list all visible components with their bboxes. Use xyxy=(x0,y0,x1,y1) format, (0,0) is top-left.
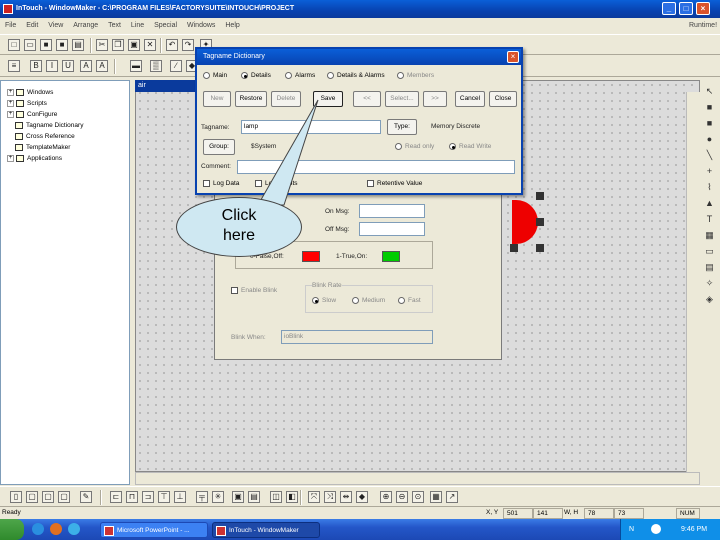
y-value: 141 xyxy=(533,508,563,519)
frame-icon[interactable]: ▢ xyxy=(42,491,54,503)
wh-label: W, H xyxy=(564,509,579,516)
click-here-callout: Click here xyxy=(176,197,302,257)
start-button[interactable] xyxy=(0,519,24,540)
zoom-icon[interactable]: ⊙ xyxy=(412,491,424,503)
clock: 9:46 PM xyxy=(681,526,708,533)
network-icon[interactable] xyxy=(651,524,661,534)
ie-icon[interactable] xyxy=(68,523,80,535)
h-value: 73 xyxy=(614,508,644,519)
intouch-icon xyxy=(216,526,226,536)
callout-pointer xyxy=(257,99,319,206)
taskbar-powerpoint[interactable]: Microsoft PowerPoint - ... xyxy=(100,522,208,538)
space-icon[interactable]: ⇹ xyxy=(340,491,352,503)
ungroup-icon[interactable]: ▤ xyxy=(248,491,260,503)
frame-icon[interactable]: ▢ xyxy=(26,491,38,503)
front-icon[interactable]: ◧ xyxy=(286,491,298,503)
align-center-icon[interactable]: ⊓ xyxy=(126,491,138,503)
align-bottom-icon[interactable]: ╤ xyxy=(196,491,208,503)
group-icon[interactable]: ▣ xyxy=(232,491,244,503)
pointer-icon[interactable]: ↗ xyxy=(446,491,458,503)
align-right-icon[interactable]: ⊐ xyxy=(142,491,154,503)
layout-icon[interactable]: ▯ xyxy=(10,491,22,503)
status-bar: Ready X, Y 501 141 W, H 78 73 NUM xyxy=(0,506,720,519)
snap-icon[interactable]: ✳ xyxy=(212,491,224,503)
arrange-toolbar: ▯ ▢ ▢ ▢ ✎ ⊏ ⊓ ⊐ ⊤ ⊥ ╤ ✳ ▣ ▤ ◫ ◧ ⤧ ⤨ ⇹ ◆ … xyxy=(0,486,720,506)
status-text: Ready xyxy=(2,509,21,516)
pencil-icon[interactable]: ✎ xyxy=(80,491,92,503)
desktop-icon[interactable] xyxy=(32,523,44,535)
back-icon[interactable]: ◫ xyxy=(270,491,282,503)
powerpoint-icon xyxy=(104,526,114,536)
num-lock-indicator: NUM xyxy=(676,508,700,519)
callout-line-2: here xyxy=(222,227,256,244)
callout-line-1: Click xyxy=(221,207,257,224)
zoom-in-icon[interactable]: ⊕ xyxy=(380,491,392,503)
align-middle-icon[interactable]: ⊥ xyxy=(174,491,186,503)
rotate-icon[interactable]: ⤧ xyxy=(308,491,320,503)
color-icon[interactable]: ◆ xyxy=(356,491,368,503)
language-indicator[interactable]: N xyxy=(629,519,634,540)
w-value: 78 xyxy=(584,508,614,519)
grid-icon[interactable]: ▦ xyxy=(430,491,442,503)
system-tray: N 9:46 PM xyxy=(620,519,720,540)
xy-label: X, Y xyxy=(486,509,499,516)
align-left-icon[interactable]: ⊏ xyxy=(110,491,122,503)
browser-icon[interactable] xyxy=(50,523,62,535)
align-top-icon[interactable]: ⊤ xyxy=(158,491,170,503)
frame-icon[interactable]: ▢ xyxy=(58,491,70,503)
zoom-out-icon[interactable]: ⊖ xyxy=(396,491,408,503)
flip-icon[interactable]: ⤨ xyxy=(324,491,336,503)
x-value: 501 xyxy=(503,508,533,519)
taskbar-intouch[interactable]: InTouch - WindowMaker xyxy=(212,522,320,538)
